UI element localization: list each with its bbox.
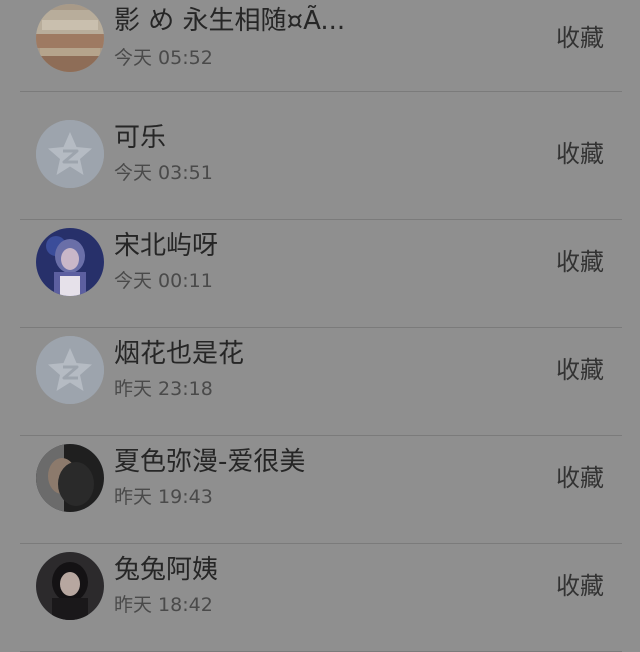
avatar[interactable] [36, 444, 104, 512]
list-item[interactable]: 影 め 永生相随¤Ã... 今天 05:52 收藏 [0, 0, 640, 92]
favorite-button[interactable]: 收藏 [556, 22, 604, 54]
user-name: 夏色弥漫-爱很美 [114, 447, 306, 477]
user-name: 烟花也是花 [114, 339, 245, 369]
list-item[interactable]: 兔兔阿姨 昨天 18:42 收藏 [0, 544, 640, 652]
list-item[interactable]: 宋北屿呀 今天 00:11 收藏 [0, 220, 640, 328]
timestamp: 昨天 18:42 [114, 594, 213, 616]
avatar[interactable] [36, 336, 104, 404]
default-qzone-avatar-icon [36, 336, 104, 404]
avatar[interactable] [36, 4, 104, 72]
favorite-button[interactable]: 收藏 [556, 462, 604, 494]
avatar[interactable] [36, 552, 104, 620]
timestamp: 昨天 19:43 [114, 486, 213, 508]
user-name: 影 め 永生相随¤Ã... [114, 6, 346, 36]
timestamp: 今天 03:51 [114, 162, 213, 184]
default-qzone-avatar-icon [36, 120, 104, 188]
list-item[interactable]: 烟花也是花 昨天 23:18 收藏 [0, 328, 640, 436]
favorite-user-list: 影 め 永生相随¤Ã... 今天 05:52 收藏 可乐 今天 03:51 收藏 [0, 0, 640, 652]
user-name: 兔兔阿姨 [114, 555, 219, 585]
user-name: 宋北屿呀 [114, 231, 219, 261]
book-photo-icon [36, 4, 104, 72]
dark-portrait-photo-icon [36, 444, 104, 512]
dark-girl-photo-icon [36, 552, 104, 620]
list-item[interactable]: 夏色弥漫-爱很美 昨天 19:43 收藏 [0, 436, 640, 544]
timestamp: 今天 05:52 [114, 47, 213, 69]
list-item[interactable]: 可乐 今天 03:51 收藏 [0, 112, 640, 220]
favorite-button[interactable]: 收藏 [556, 246, 604, 278]
favorite-button[interactable]: 收藏 [556, 138, 604, 170]
timestamp: 昨天 23:18 [114, 378, 213, 400]
favorite-button[interactable]: 收藏 [556, 354, 604, 386]
user-name: 可乐 [114, 123, 167, 153]
avatar[interactable] [36, 120, 104, 188]
favorite-button[interactable]: 收藏 [556, 570, 604, 602]
avatar[interactable] [36, 228, 104, 296]
timestamp: 今天 00:11 [114, 270, 213, 292]
girl-blue-stage-photo-icon [36, 228, 104, 296]
